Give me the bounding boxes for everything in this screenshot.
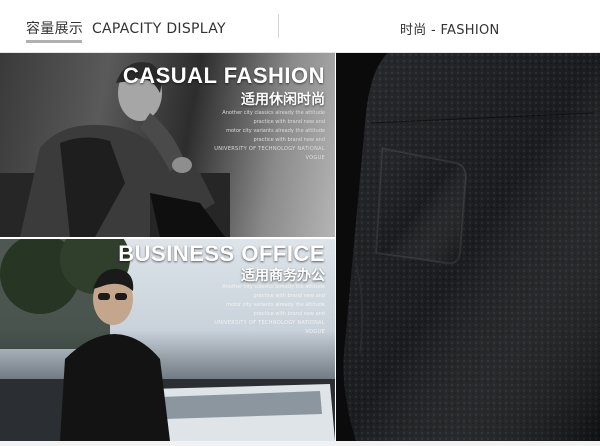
casual-fashion-subtitle: 适用休闲时尚 <box>241 92 325 108</box>
heading-underline <box>26 40 82 43</box>
capacity-heading-en: CAPACITY DISPLAY <box>91 21 226 37</box>
section-header: 容量展示 CAPACITY DISPLAY 时尚 - FASHION <box>0 0 600 53</box>
business-office-title: BUSINESS OFFICE <box>118 241 325 266</box>
capacity-heading-cn: 容量展示 <box>26 21 84 37</box>
fashion-heading: 时尚 - FASHION <box>400 23 500 38</box>
business-office-panel: BUSINESS OFFICE 适用商务办公 Another city clas… <box>0 239 335 441</box>
footer-rule <box>0 441 600 446</box>
business-office-subtitle: 适用商务办公 <box>241 268 325 284</box>
business-blurb: Another city classics already the attitu… <box>214 284 325 335</box>
wallet-photo-panel <box>336 53 600 441</box>
casual-fashion-panel: CASUAL FASHION 适用休闲时尚 Another city class… <box>0 53 335 237</box>
capacity-display-heading: 容量展示 CAPACITY DISPLAY <box>26 18 226 38</box>
leather-wallet-image <box>343 53 600 441</box>
header-divider <box>278 14 279 38</box>
casual-blurb: Another city classics already the attitu… <box>214 110 325 161</box>
casual-fashion-title: CASUAL FASHION <box>122 63 325 88</box>
